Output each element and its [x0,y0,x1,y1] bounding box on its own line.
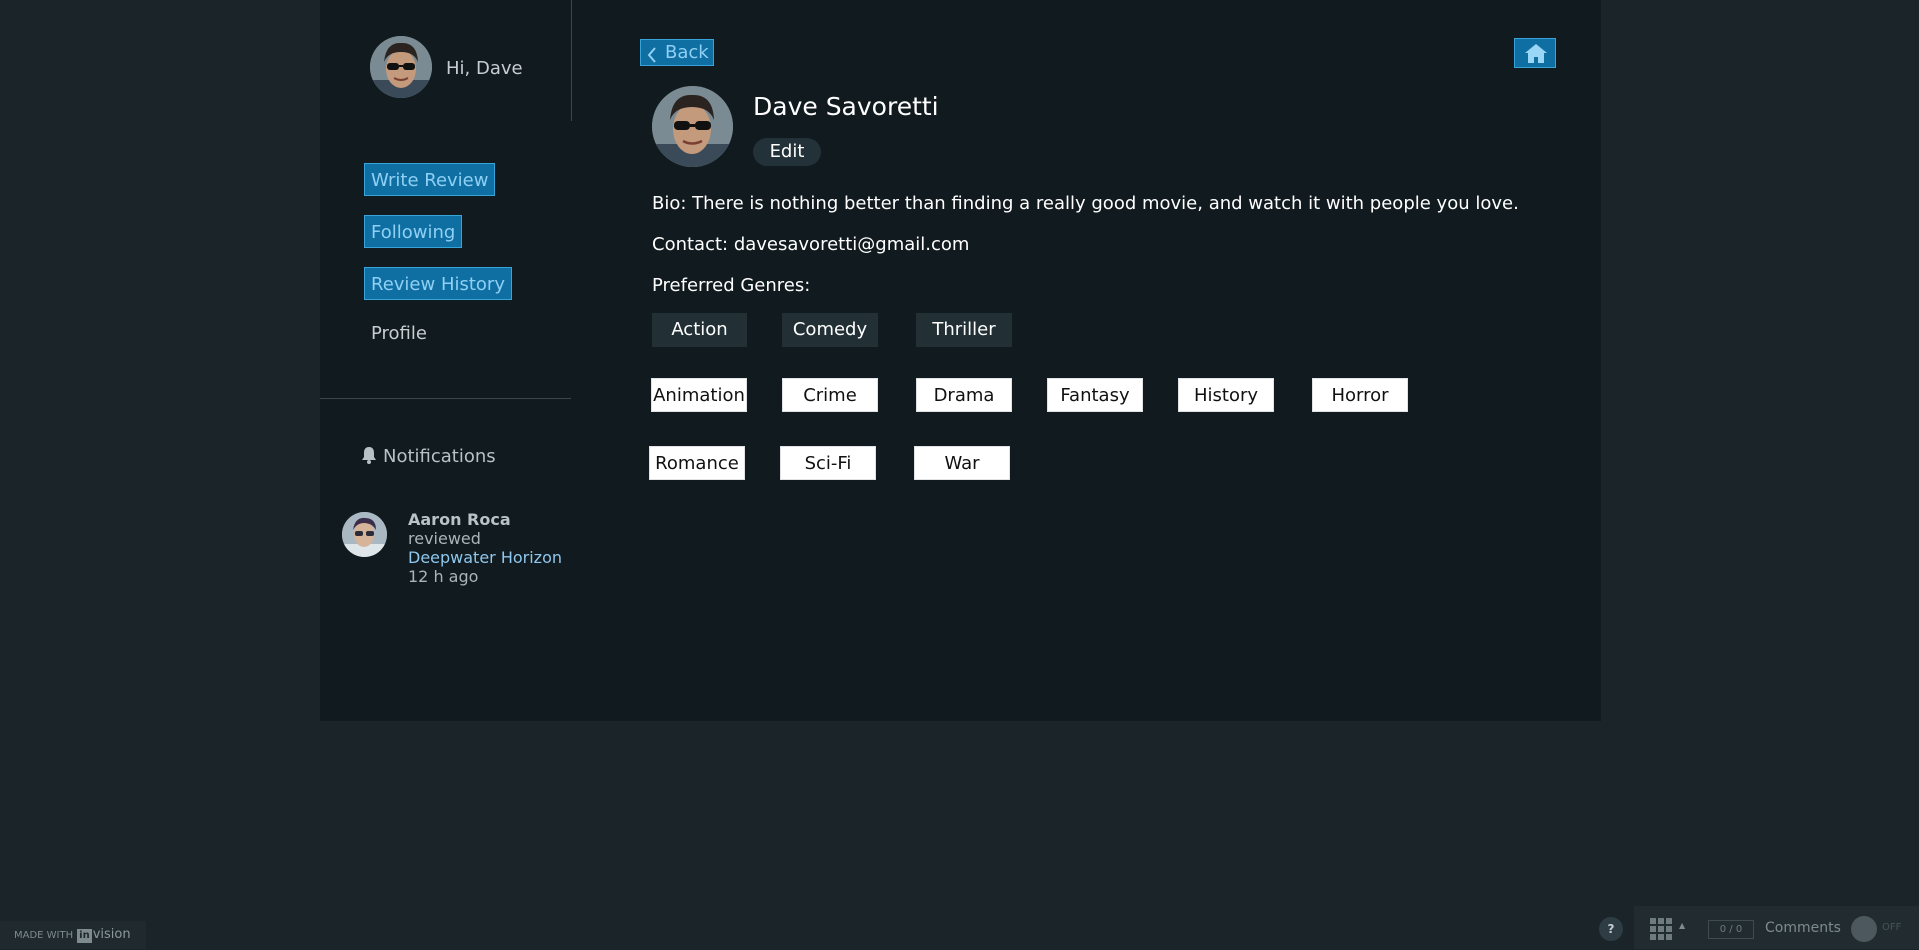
chevron-left-icon [647,45,657,70]
genre-option-romance[interactable]: Romance [649,446,745,480]
made-with-label: MADE WITH [14,930,74,941]
toggle-state-label: OFF [1882,922,1902,933]
comments-toggle[interactable] [1851,916,1877,942]
notifications-label: Notifications [383,446,496,467]
following-button[interactable]: Following [364,215,463,248]
notification-avatar[interactable] [342,512,387,557]
comment-counter[interactable]: 0 / 0 [1708,920,1754,939]
preferred-genres-label: Preferred Genres: [652,275,811,296]
prototype-toolbar: ▲ 0 / 0 Comments OFF [1634,906,1919,949]
genre-selected-action[interactable]: Action [652,313,747,347]
profile-nav-item[interactable]: Profile [371,323,427,344]
profile-name: Dave Savoretti [753,92,939,121]
back-button[interactable]: Back [640,39,714,66]
notification-item[interactable]: Aaron Roca reviewed Deepwater Horizon 12… [408,510,562,586]
write-review-button[interactable]: Write Review [364,163,496,196]
invision-logo-vision: vision [92,927,131,942]
genre-option-horror[interactable]: Horror [1312,378,1408,412]
bio-text: Bio: There is nothing better than findin… [652,193,1519,214]
genre-option-animation[interactable]: Animation [651,378,747,412]
notifications-heading: Notifications [361,446,496,469]
genre-option-sci-fi[interactable]: Sci-Fi [780,446,876,480]
genre-selected-comedy[interactable]: Comedy [782,313,878,347]
made-with-invision-badge[interactable]: MADE WITH in vision [0,921,146,949]
home-icon [1525,44,1547,63]
user-avatar[interactable] [370,36,432,98]
genre-selected-thriller[interactable]: Thriller [916,313,1012,347]
help-button[interactable]: ? [1599,917,1623,941]
edit-profile-button[interactable]: Edit [753,138,821,166]
back-label: Back [665,42,709,63]
notification-action: reviewed [408,529,481,548]
genre-option-drama[interactable]: Drama [916,378,1012,412]
bell-icon [361,446,379,469]
genre-option-crime[interactable]: Crime [782,378,878,412]
genre-option-war[interactable]: War [914,446,1010,480]
contact-text: Contact: davesavoretti@gmail.com [652,234,970,255]
home-button[interactable] [1514,38,1556,68]
grid-icon[interactable] [1650,918,1672,944]
profile-avatar [652,86,733,167]
notification-user[interactable]: Aaron Roca [408,510,562,529]
genre-option-history[interactable]: History [1178,378,1274,412]
notification-film-link[interactable]: Deepwater Horizon [408,548,562,567]
review-history-button[interactable]: Review History [364,267,512,300]
genre-option-fantasy[interactable]: Fantasy [1047,378,1143,412]
caret-up-icon[interactable]: ▲ [1679,921,1685,930]
notification-time: 12 h ago [408,567,479,586]
invision-logo-in: in [77,929,92,943]
app-panel: Hi, Dave Write Review Following Review H… [320,0,1601,721]
greeting-text: Hi, Dave [446,58,523,79]
greeting-divider [571,0,572,121]
sidebar: Hi, Dave Write Review Following Review H… [320,0,572,721]
comments-label[interactable]: Comments [1765,920,1841,936]
sidebar-divider [320,398,571,399]
